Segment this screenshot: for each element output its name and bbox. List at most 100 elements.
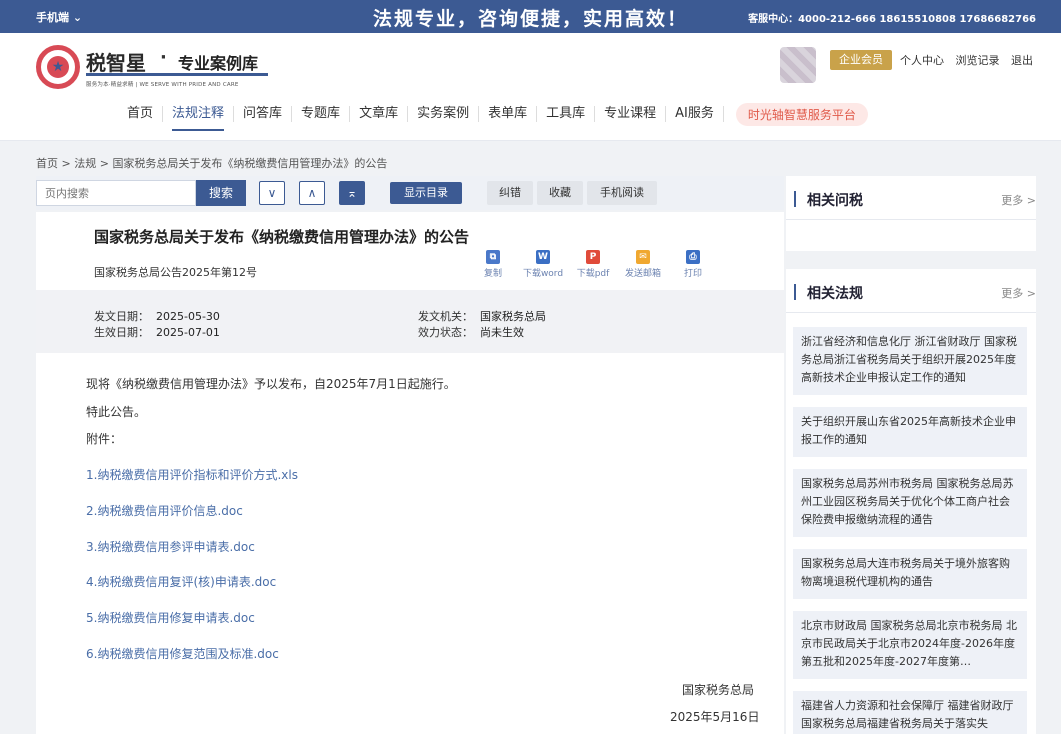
attachments-label: 附件： — [86, 432, 123, 446]
document-number: 国家税务总局公告2025年第12号 — [94, 266, 257, 279]
show-toc-button[interactable]: 显示目录 — [390, 182, 462, 204]
vip-badge[interactable]: 企业会员 — [830, 50, 892, 70]
attachment-link-6[interactable]: 6.纳税缴费信用修复范围及标准.doc — [86, 645, 279, 662]
related-regulations-more-link[interactable]: 更多 > — [1001, 285, 1036, 301]
breadcrumb-home[interactable]: 首页 — [36, 157, 58, 170]
attachment-link-2[interactable]: 2.纳税缴费信用评价信息.doc — [86, 502, 243, 519]
nav-topics[interactable]: 专题库 — [292, 106, 351, 122]
breadcrumb-separator: > — [96, 157, 113, 170]
issuer: 发文机关： 国家税务总局 — [418, 308, 546, 324]
nav-courses[interactable]: 专业课程 — [595, 106, 667, 122]
effective-date-value: 2025-07-01 — [156, 326, 220, 339]
next-match-button[interactable]: ∨ — [259, 181, 285, 205]
brand-tagline: 服务为本·精益求精 | WE SERVE WITH PRIDE AND CARE — [86, 82, 239, 88]
history-link[interactable]: 浏览记录 — [956, 54, 1000, 67]
nav-ai[interactable]: AI服务 — [666, 106, 724, 122]
doc-toolbar: 搜索 ∨ ∧ ⌅ 显示目录 纠错 收藏 手机阅读 — [36, 176, 784, 210]
breadcrumb-current: 国家税务总局关于发布《纳税缴费信用管理办法》的公告 — [112, 157, 388, 170]
heading-accent — [794, 191, 796, 207]
avatar[interactable] — [780, 47, 816, 83]
validity-status: 效力状态： 尚未生效 — [418, 324, 524, 340]
copy-label: 复制 — [483, 269, 502, 279]
search-button[interactable]: 搜索 — [196, 180, 246, 206]
brand-underline — [86, 73, 268, 76]
copy-button[interactable]: ⧉ 复制 — [468, 250, 518, 279]
report-error-button[interactable]: 纠错 — [487, 181, 533, 205]
signer: 国家税务总局 — [682, 683, 755, 697]
body-paragraph: 现将《纳税缴费信用管理办法》予以发布，自2025年7月1日起施行。 — [86, 377, 456, 391]
document-content: 国家税务总局关于发布《纳税缴费信用管理办法》的公告 国家税务总局公告2025年第… — [36, 212, 784, 734]
issue-date-value: 2025-05-30 — [156, 310, 220, 323]
download-pdf-label: 下载pdf — [576, 269, 610, 279]
logout-link[interactable]: 退出 — [1011, 54, 1033, 67]
status-value: 尚未生效 — [480, 326, 524, 339]
attachment-link-3[interactable]: 3.纳税缴费信用参评申请表.doc — [86, 538, 255, 555]
issuer-value: 国家税务总局 — [480, 310, 546, 323]
brand-name: 税智星 — [86, 51, 146, 75]
nav-forms[interactable]: 表单库 — [479, 106, 538, 122]
hotline: 客服中心：4000-212-666 18615510808 1768668276… — [748, 14, 1036, 25]
issuer-label: 发文机关： — [418, 310, 473, 323]
nav-home[interactable]: 首页 — [118, 106, 164, 122]
back-to-top-button[interactable]: ⌅ — [339, 181, 365, 205]
attachment-link-5[interactable]: 5.纳税缴费信用修复申请表.doc — [86, 609, 255, 626]
prev-match-button[interactable]: ∧ — [299, 181, 325, 205]
back-to-top-icon: ⌅ — [346, 186, 358, 200]
related-regulations-panel: 相关法规 更多 > 浙江省经济和信息化厅 浙江省财政厅 国家税务总局浙江省税务局… — [786, 269, 1036, 734]
print-icon: ⎙ — [686, 250, 700, 264]
word-icon: W — [536, 250, 550, 264]
top-bar: 手机端 ⌄ 法规专业，咨询便捷，实用高效！ 客服中心：4000-212-666 … — [0, 0, 1061, 33]
brand-subtitle: 专业案例库 — [178, 54, 259, 73]
nav-timeline-platform[interactable]: 时光轴智慧服务平台 — [735, 102, 868, 126]
nav-tools[interactable]: 工具库 — [537, 106, 596, 122]
favorite-button[interactable]: 收藏 — [537, 181, 583, 205]
attachment-link-4[interactable]: 4.纳税缴费信用复评(核)申请表.doc — [86, 573, 276, 590]
document-title: 国家税务总局关于发布《纳税缴费信用管理办法》的公告 — [94, 228, 470, 246]
heading-accent — [794, 284, 796, 300]
chevron-up-icon: ∧ — [307, 186, 317, 200]
copy-icon: ⧉ — [486, 250, 500, 264]
breadcrumb: 首页 > 法规 > 国家税务总局关于发布《纳税缴费信用管理办法》的公告 — [36, 155, 387, 171]
download-word-label: 下载word — [522, 269, 564, 279]
related-regulation-item[interactable]: 国家税务总局苏州市税务局 国家税务总局苏州工业园区税务局关于优化个体工商户社会保… — [793, 469, 1027, 537]
mail-icon: ✉ — [636, 250, 650, 264]
page-search-input[interactable] — [36, 180, 196, 206]
related-regulation-item[interactable]: 浙江省经济和信息化厅 浙江省财政厅 国家税务总局浙江省税务局关于组织开展2025… — [793, 327, 1027, 395]
print-label: 打印 — [683, 269, 702, 279]
print-button[interactable]: ⎙ 打印 — [668, 250, 718, 279]
breadcrumb-separator: > — [58, 157, 75, 170]
send-email-button[interactable]: ✉ 发送邮箱 — [618, 250, 668, 279]
body-paragraph: 特此公告。 — [86, 405, 147, 419]
nav-regulations[interactable]: 法规注释 — [163, 106, 235, 131]
related-regulation-item[interactable]: 国家税务总局大连市税务局关于境外旅客购物离境退税代理机构的通告 — [793, 549, 1027, 599]
send-email-label: 发送邮箱 — [624, 269, 661, 279]
related-regulations-title: 相关法规 — [807, 286, 863, 302]
attachment-link-1[interactable]: 1.纳税缴费信用评价指标和评价方式.xls — [86, 466, 298, 483]
breadcrumb-regulations[interactable]: 法规 — [74, 157, 96, 170]
download-word-button[interactable]: W 下载word — [518, 250, 568, 279]
related-regulation-item[interactable]: 关于组织开展山东省2025年高新技术企业申报工作的通知 — [793, 407, 1027, 457]
brand-dot: · — [160, 47, 167, 68]
effective-date-label: 生效日期： — [94, 326, 149, 339]
related-regulation-item[interactable]: 北京市财政局 国家税务总局北京市税务局 北京市民政局关于北京市2024年度-20… — [793, 611, 1027, 679]
related-tax-qa-title: 相关问税 — [807, 193, 863, 209]
effective-date: 生效日期： 2025-07-01 — [94, 324, 220, 340]
pdf-icon: P — [586, 250, 600, 264]
nav-articles[interactable]: 文章库 — [350, 106, 409, 122]
main-nav: 首页 法规注释 问答库 专题库 文章库 实务案例 表单库 工具库 专业课程 AI… — [118, 99, 868, 131]
personal-center-link[interactable]: 个人中心 — [900, 54, 944, 67]
status-label: 效力状态： — [418, 326, 473, 339]
related-regulation-item[interactable]: 福建省人力资源和社会保障厅 福建省财政厅 国家税务总局福建省税务局关于落实失 — [793, 691, 1027, 734]
issue-date: 发文日期： 2025-05-30 — [94, 308, 220, 324]
sign-date: 2025年5月16日 — [670, 710, 760, 724]
download-pdf-button[interactable]: P 下载pdf — [568, 250, 618, 279]
nav-cases[interactable]: 实务案例 — [408, 106, 480, 122]
related-tax-qa-header: 相关问税 更多 > — [786, 176, 1036, 220]
logo-icon[interactable]: ★ — [36, 45, 80, 89]
mobile-read-button[interactable]: 手机阅读 — [587, 181, 657, 205]
document-actions: ⧉ 复制 W 下载word P 下载pdf ✉ 发送邮箱 ⎙ 打印 — [468, 250, 718, 279]
related-tax-qa-more-link[interactable]: 更多 > — [1001, 192, 1036, 208]
issue-date-label: 发文日期： — [94, 310, 149, 323]
chevron-down-icon: ∨ — [267, 186, 277, 200]
nav-qa[interactable]: 问答库 — [234, 106, 293, 122]
